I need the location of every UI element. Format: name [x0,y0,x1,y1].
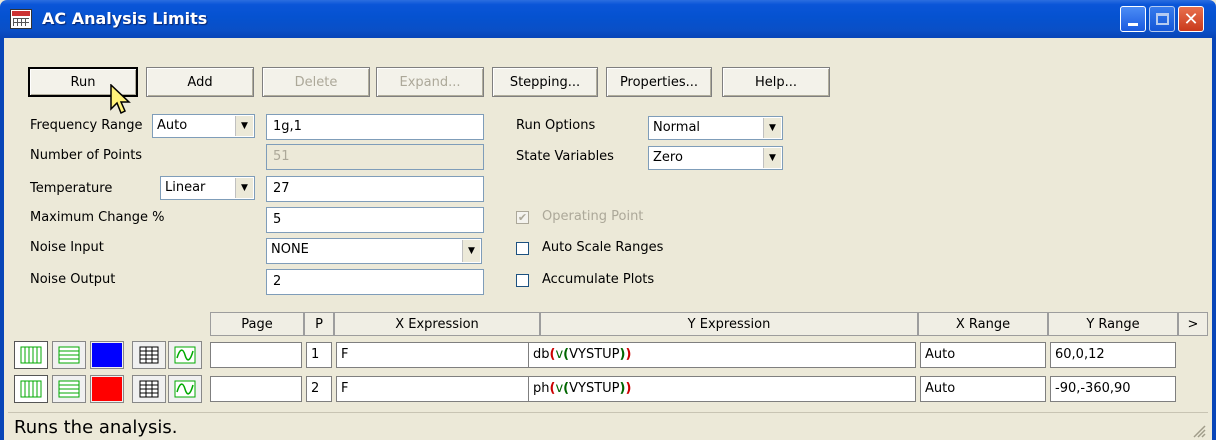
resize-grip-icon[interactable] [1192,424,1206,438]
grid-cell-y-expression[interactable]: ph(v(VYSTUP)) [528,376,916,402]
help-button[interactable]: Help... [722,67,830,97]
noise-input-select[interactable]: NONE ▼ [266,238,482,264]
close-icon: ✕ [1183,8,1199,30]
grid-cell-x-expression[interactable]: F [336,342,540,368]
expand-button[interactable]: Expand... [376,67,484,97]
noise-output-label: Noise Output [30,272,116,287]
y-expression-argument: VYSTUP [569,347,620,362]
frequency-range-mode-value: Auto [157,118,188,133]
add-button[interactable]: Add [146,67,254,97]
grid-cell-y-range[interactable]: -90,-360,90 [1050,376,1176,402]
chevron-down-icon: ▼ [462,240,480,262]
horizontal-grid-icon[interactable] [52,341,86,369]
temperature-mode-select[interactable]: Linear ▼ [160,176,255,200]
state-variables-select[interactable]: Zero ▼ [648,146,783,170]
maximize-icon [1155,13,1169,25]
frequency-range-label: Frequency Range [30,118,143,133]
y-expression-inner: v [555,381,564,396]
chevron-down-icon: ▼ [235,178,253,198]
temperature-mode-value: Linear [165,180,206,195]
window-title: AC Analysis Limits [42,9,208,28]
column-header-y-range[interactable]: Y Range [1048,312,1178,336]
grid-cell-y-expression[interactable]: db(v(VYSTUP)) [528,342,916,368]
column-header-y-expression[interactable]: Y Expression [540,312,918,336]
maximum-change-label: Maximum Change % [30,210,165,225]
grid-cell-page[interactable] [210,342,302,368]
numeric-output-icon[interactable] [132,375,166,403]
mouse-cursor-icon [110,84,131,115]
grid-cell-x-expression[interactable]: F [336,376,540,402]
column-header-p[interactable]: P [304,312,334,336]
app-icon [10,9,32,29]
column-header-page[interactable]: Page [210,312,304,336]
plot-waveform-icon[interactable] [168,375,202,403]
grid-cell-page[interactable] [210,376,302,402]
auto-scale-ranges-label: Auto Scale Ranges [542,240,664,255]
maximize-button[interactable] [1149,6,1175,32]
minimize-button[interactable] [1120,6,1146,32]
grid-cell-x-range[interactable]: Auto [920,376,1046,402]
curve-color-swatch[interactable] [90,341,124,369]
run-options-label: Run Options [516,118,596,133]
noise-output-input[interactable]: 2 [266,269,484,295]
stepping-button[interactable]: Stepping... [492,67,598,97]
status-text: Runs the analysis. [14,417,178,438]
temperature-label: Temperature [30,181,113,196]
state-variables-label: State Variables [516,149,614,164]
close-button[interactable]: ✕ [1178,6,1204,32]
frequency-range-input[interactable]: 1g,1 [266,114,484,140]
run-options-select[interactable]: Normal ▼ [648,116,783,140]
run-options-value: Normal [653,120,701,135]
grid-cell-p[interactable]: 2 [306,376,332,402]
y-expression-function: db [533,347,550,362]
vertical-grid-icon[interactable] [14,341,48,369]
noise-input-value: NONE [271,242,309,257]
operating-point-label: Operating Point [542,209,644,224]
frequency-range-mode-select[interactable]: Auto ▼ [152,114,255,138]
delete-button[interactable]: Delete [262,67,370,97]
chevron-down-icon: ▼ [235,116,253,136]
y-expression-argument: VYSTUP [569,381,620,396]
y-expression-function: ph [533,381,550,396]
chevron-down-icon: ▼ [763,148,781,168]
number-of-points-label: Number of Points [30,148,143,163]
accumulate-plots-label: Accumulate Plots [542,272,655,287]
properties-button[interactable]: Properties... [606,67,712,97]
temperature-input[interactable]: 27 [266,176,484,202]
scroll-columns-button[interactable]: > [1178,312,1208,336]
checkmark-icon: ✔ [517,211,528,224]
title-bar[interactable]: AC Analysis Limits ✕ [0,0,1216,38]
state-variables-value: Zero [653,150,683,165]
grid-cell-p[interactable]: 1 [306,342,332,368]
minimize-icon [1128,22,1138,26]
curve-color-swatch[interactable] [90,375,124,403]
accumulate-plots-checkbox[interactable] [516,274,529,287]
grid-cell-x-range[interactable]: Auto [920,342,1046,368]
vertical-grid-icon[interactable] [14,375,48,403]
column-header-x-range[interactable]: X Range [918,312,1048,336]
number-of-points-input[interactable]: 51 [266,144,484,170]
horizontal-grid-icon[interactable] [52,375,86,403]
grid-cell-y-range[interactable]: 60,0,12 [1050,342,1176,368]
operating-point-checkbox[interactable]: ✔ [516,211,529,224]
numeric-output-icon[interactable] [132,341,166,369]
column-header-x-expression[interactable]: X Expression [334,312,540,336]
noise-input-label: Noise Input [30,240,104,255]
chevron-down-icon: ▼ [763,118,781,138]
status-bar: Runs the analysis. [8,412,1208,440]
maximum-change-input[interactable]: 5 [266,207,484,233]
plot-waveform-icon[interactable] [168,341,202,369]
auto-scale-ranges-checkbox[interactable] [516,242,529,255]
